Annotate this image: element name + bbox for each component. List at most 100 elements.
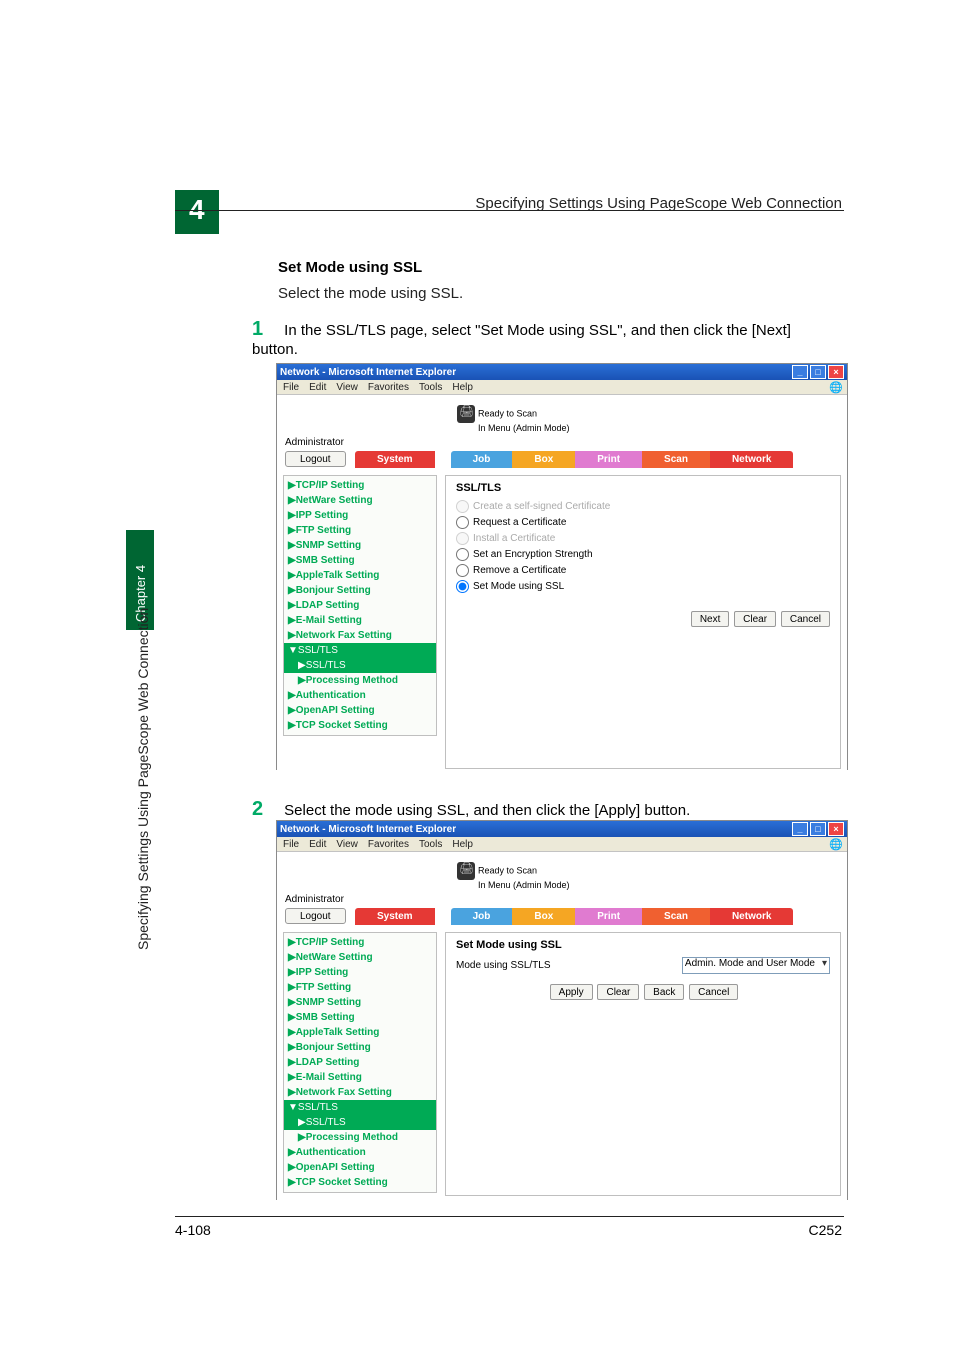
menu-edit-2[interactable]: Edit: [309, 839, 326, 850]
menu-help-2[interactable]: Help: [452, 839, 473, 850]
menu-tools-2[interactable]: Tools: [419, 839, 442, 850]
menu-favorites[interactable]: Favorites: [368, 382, 409, 393]
radio-remove-cert[interactable]: [456, 564, 469, 577]
sidebar-item-ssl-parent[interactable]: ▼SSL/TLS: [284, 643, 436, 658]
tab-network[interactable]: Network: [710, 451, 793, 468]
logout-button[interactable]: Logout: [285, 451, 346, 467]
sidebar2-item-appletalk[interactable]: ▶AppleTalk Setting: [284, 1025, 436, 1040]
tab-system[interactable]: System: [355, 451, 435, 468]
sidebar-item-tcpip[interactable]: ▶TCP/IP Setting: [284, 478, 436, 493]
menu-view-2[interactable]: View: [336, 839, 358, 850]
opt-enc-strength[interactable]: Set an Encryption Strength: [456, 548, 830, 561]
clear-button[interactable]: Clear: [734, 611, 776, 627]
sidebar2-item-ftp[interactable]: ▶FTP Setting: [284, 980, 436, 995]
menu-help[interactable]: Help: [452, 382, 473, 393]
opt-request-cert[interactable]: Request a Certificate: [456, 516, 830, 529]
tab-box-2[interactable]: Box: [512, 908, 575, 925]
tab-network-2[interactable]: Network: [710, 908, 793, 925]
panel1-buttons: Next Clear Cancel: [456, 611, 830, 627]
next-button[interactable]: Next: [691, 611, 730, 627]
tab-print[interactable]: Print: [575, 451, 642, 468]
minimize-icon[interactable]: _: [792, 365, 808, 379]
menu-favorites-2[interactable]: Favorites: [368, 839, 409, 850]
opt-request-cert-label: Request a Certificate: [473, 517, 566, 528]
maximize-icon-2[interactable]: □: [810, 822, 826, 836]
sidebar2-item-ssl-child[interactable]: ▶SSL/TLS: [284, 1115, 436, 1130]
sidebar2-item-ldap[interactable]: ▶LDAP Setting: [284, 1055, 436, 1070]
nav-tabs: System Job Box Print Scan Network: [355, 451, 793, 468]
cancel-button[interactable]: Cancel: [781, 611, 830, 627]
sidebar2-item-networkfax[interactable]: ▶Network Fax Setting: [284, 1085, 436, 1100]
sidebar-item-authentication[interactable]: ▶Authentication: [284, 688, 436, 703]
main-panel-mode: Set Mode using SSL Mode using SSL/TLS Ad…: [445, 932, 841, 1196]
sidebar: ▶TCP/IP Setting ▶NetWare Setting ▶IPP Se…: [283, 475, 437, 736]
sidebar-item-ipp[interactable]: ▶IPP Setting: [284, 508, 436, 523]
tab-box[interactable]: Box: [512, 451, 575, 468]
sidebar-item-openapi[interactable]: ▶OpenAPI Setting: [284, 703, 436, 718]
opt-set-mode[interactable]: Set Mode using SSL: [456, 580, 830, 593]
opt-remove-cert-label: Remove a Certificate: [473, 565, 566, 576]
tab-scan[interactable]: Scan: [642, 451, 710, 468]
menu-view[interactable]: View: [336, 382, 358, 393]
status-line-1: Ready to Scan: [478, 408, 537, 418]
status-line-2: In Menu (Admin Mode): [478, 423, 570, 433]
sidebar-item-email[interactable]: ▶E-Mail Setting: [284, 613, 436, 628]
back-button[interactable]: Back: [644, 984, 684, 1000]
radio-request-cert[interactable]: [456, 516, 469, 529]
sidebar2-item-tcpip[interactable]: ▶TCP/IP Setting: [284, 935, 436, 950]
menu-tools[interactable]: Tools: [419, 382, 442, 393]
window-title-2: Network - Microsoft Internet Explorer: [280, 824, 456, 835]
clear-button-2[interactable]: Clear: [597, 984, 639, 1000]
tab-system-2[interactable]: System: [355, 908, 435, 925]
sidebar2-item-snmp[interactable]: ▶SNMP Setting: [284, 995, 436, 1010]
cancel-button-2[interactable]: Cancel: [689, 984, 738, 1000]
sidebar-item-snmp[interactable]: ▶SNMP Setting: [284, 538, 436, 553]
sidebar-item-netware[interactable]: ▶NetWare Setting: [284, 493, 436, 508]
mode-select[interactable]: Admin. Mode and User Mode: [682, 957, 830, 974]
content-area: Ready to Scan In Menu (Admin Mode) Admin…: [277, 395, 847, 770]
radio-set-mode[interactable]: [456, 580, 469, 593]
sidebar2-item-ssl-parent[interactable]: ▼SSL/TLS: [284, 1100, 436, 1115]
step-1-number: 1: [252, 318, 280, 341]
tab-job-2[interactable]: Job: [451, 908, 513, 925]
opt-remove-cert[interactable]: Remove a Certificate: [456, 564, 830, 577]
maximize-icon[interactable]: □: [810, 365, 826, 379]
sidebar2-item-tcpsocket[interactable]: ▶TCP Socket Setting: [284, 1175, 436, 1190]
section-heading: Set Mode using SSL: [278, 259, 422, 276]
printer-icon: [457, 405, 475, 423]
minimize-icon-2[interactable]: _: [792, 822, 808, 836]
sidebar-item-processing-method[interactable]: ▶Processing Method: [284, 673, 436, 688]
logout-button-2[interactable]: Logout: [285, 908, 346, 924]
apply-button[interactable]: Apply: [550, 984, 593, 1000]
menu-file-2[interactable]: File: [283, 839, 299, 850]
tab-job[interactable]: Job: [451, 451, 513, 468]
sidebar-item-tcpsocket[interactable]: ▶TCP Socket Setting: [284, 718, 436, 733]
sidebar2-item-authentication[interactable]: ▶Authentication: [284, 1145, 436, 1160]
sidebar-item-networkfax[interactable]: ▶Network Fax Setting: [284, 628, 436, 643]
sidebar2-item-email[interactable]: ▶E-Mail Setting: [284, 1070, 436, 1085]
sidebar2-item-processing-method[interactable]: ▶Processing Method: [284, 1130, 436, 1145]
tab-scan-2[interactable]: Scan: [642, 908, 710, 925]
titlebar: Network - Microsoft Internet Explorer _ …: [277, 364, 847, 380]
sidebar-item-ssl-child[interactable]: ▶SSL/TLS: [284, 658, 436, 673]
sidebar2-item-bonjour[interactable]: ▶Bonjour Setting: [284, 1040, 436, 1055]
radio-enc-strength[interactable]: [456, 548, 469, 561]
sidebar2-item-netware[interactable]: ▶NetWare Setting: [284, 950, 436, 965]
close-icon[interactable]: ×: [828, 365, 844, 379]
menu-edit[interactable]: Edit: [309, 382, 326, 393]
menu-file[interactable]: File: [283, 382, 299, 393]
sidebar2-item-smb[interactable]: ▶SMB Setting: [284, 1010, 436, 1025]
sidebar-item-appletalk[interactable]: ▶AppleTalk Setting: [284, 568, 436, 583]
sidebar-item-ftp[interactable]: ▶FTP Setting: [284, 523, 436, 538]
close-icon-2[interactable]: ×: [828, 822, 844, 836]
status-line-2b: In Menu (Admin Mode): [478, 880, 570, 890]
vertical-side-title: Specifying Settings Using PageScope Web …: [135, 608, 151, 950]
sidebar-item-bonjour[interactable]: ▶Bonjour Setting: [284, 583, 436, 598]
opt-install-cert: Install a Certificate: [456, 532, 830, 545]
sidebar-item-smb[interactable]: ▶SMB Setting: [284, 553, 436, 568]
nav-tabs-2: System Job Box Print Scan Network: [355, 908, 793, 925]
tab-print-2[interactable]: Print: [575, 908, 642, 925]
sidebar2-item-ipp[interactable]: ▶IPP Setting: [284, 965, 436, 980]
sidebar2-item-openapi[interactable]: ▶OpenAPI Setting: [284, 1160, 436, 1175]
sidebar-item-ldap[interactable]: ▶LDAP Setting: [284, 598, 436, 613]
